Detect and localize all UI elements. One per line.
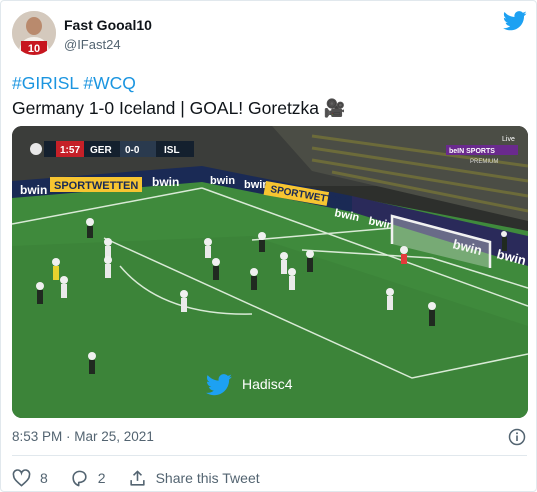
divider	[12, 455, 527, 456]
hashtag-line: #GIRISL #WCQ	[12, 71, 527, 96]
reply-icon	[72, 470, 87, 486]
ad-text-2: SPORTWETTEN	[54, 180, 138, 192]
ad-text-1: bwin	[20, 183, 47, 197]
score: 0-0	[125, 145, 140, 156]
tweet-body: Germany 1-0 Iceland | GOAL! Goretzka 🎥	[12, 98, 346, 118]
away-team: ISL	[164, 145, 180, 156]
live-label: Live	[502, 136, 515, 143]
avatar-number: 10	[28, 43, 40, 55]
watermark-text: Hadisc4	[242, 376, 293, 392]
tweet-header: 10 Fast Gooal10 @IFast24	[12, 11, 527, 57]
video-player[interactable]: bwin SPORTWETTEN bwin bwin bwin SPORTWET…	[12, 126, 528, 418]
ad-text-3: bwin	[152, 175, 179, 189]
heart-icon	[12, 468, 31, 487]
avatar-image: 10	[12, 11, 56, 55]
share-icon	[129, 470, 145, 486]
info-icon[interactable]	[508, 428, 526, 446]
display-name[interactable]: Fast Gooal10	[64, 17, 152, 33]
premium-label: PREMIUM	[470, 159, 498, 165]
like-count: 8	[40, 470, 48, 486]
avatar[interactable]: 10	[12, 11, 56, 55]
home-team: GER	[90, 145, 112, 156]
match-clock: 1:57	[60, 145, 80, 156]
hashtag-wcq[interactable]: #WCQ	[83, 73, 136, 93]
reply-count: 2	[97, 470, 106, 486]
tweet-timestamp[interactable]: 8:53 PM · Mar 25, 2021	[12, 429, 154, 444]
tweet-text: #GIRISL #WCQ Germany 1-0 Iceland | GOAL!…	[12, 71, 527, 121]
tweet-actions: 8 2 Share this Tweet	[12, 467, 282, 489]
share-button[interactable]: Share this Tweet	[128, 469, 260, 488]
like-button[interactable]: 8	[12, 468, 48, 488]
user-handle[interactable]: @IFast24	[64, 37, 121, 52]
hashtag-girisl[interactable]: #GIRISL	[12, 73, 78, 93]
tweet-card: 10 Fast Gooal10 @IFast24 #GIRISL #WCQ Ge…	[0, 0, 537, 492]
broadcaster-label: beIN SPORTS	[449, 148, 495, 155]
video-frame: bwin SPORTWETTEN bwin bwin bwin SPORTWET…	[12, 126, 528, 418]
ad-text-4: bwin	[210, 175, 235, 187]
share-label: Share this Tweet	[155, 470, 260, 486]
scoreboard: 1:57 GER 0-0 ISL	[30, 141, 194, 157]
reply-button[interactable]: 2	[70, 469, 106, 488]
twitter-bird-icon[interactable]	[503, 11, 527, 31]
